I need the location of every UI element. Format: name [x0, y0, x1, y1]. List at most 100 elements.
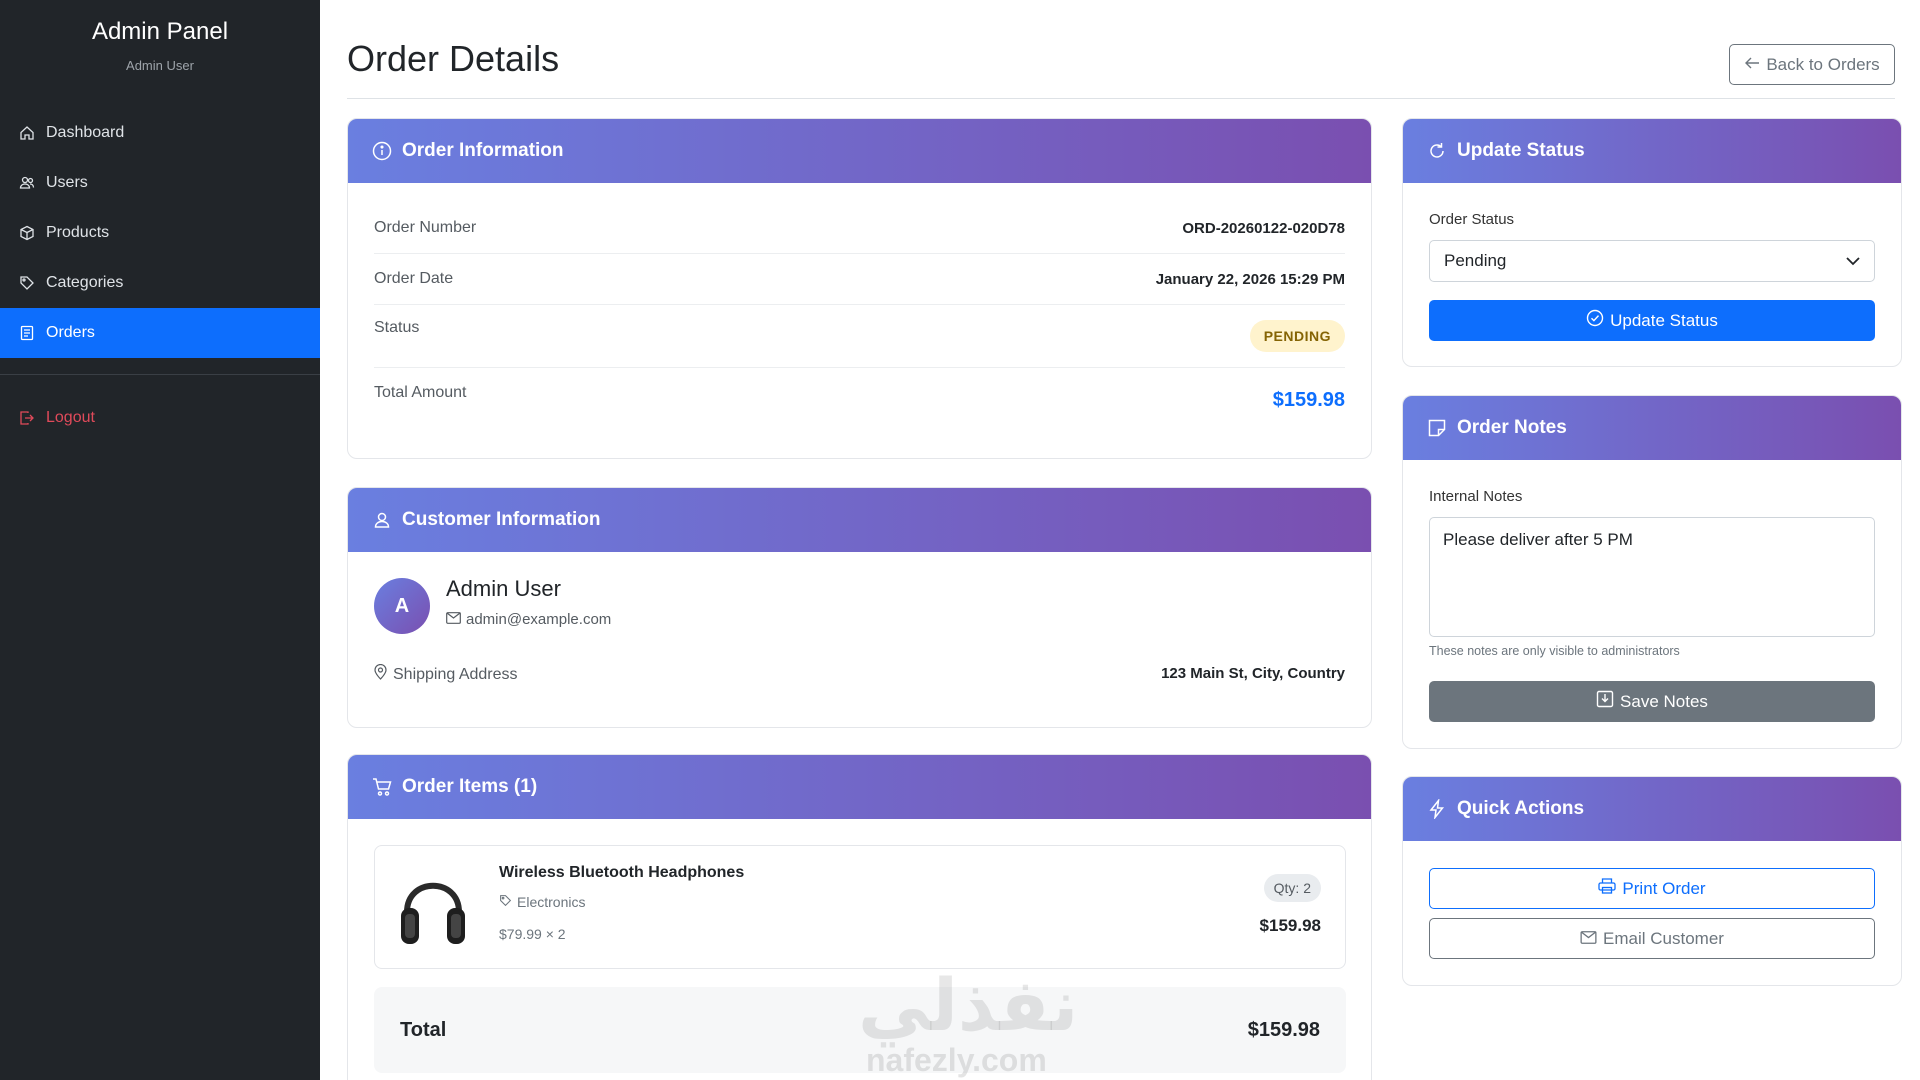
save-icon — [1596, 690, 1614, 713]
receipt-icon — [18, 324, 36, 342]
customer-information-header: Customer Information — [348, 488, 1371, 552]
list-item: Wireless Bluetooth Headphones Electronic… — [374, 845, 1346, 969]
check-circle-icon — [1586, 309, 1604, 332]
logout-label: Logout — [46, 409, 95, 426]
sidebar-item-label: Dashboard — [46, 124, 125, 141]
sidebar-item-label: Products — [46, 224, 110, 241]
update-status-title: Update Status — [1457, 140, 1585, 161]
status-label: Status — [374, 319, 420, 336]
order-information-card: Order Information Order Number ORD-20260… — [347, 118, 1372, 459]
status-badge: PENDING — [1249, 320, 1345, 352]
headphones-image — [397, 862, 469, 952]
order-status-label: Order Status — [1429, 211, 1515, 228]
order-date-label: Order Date — [374, 270, 454, 287]
sidebar-item-label: Users — [46, 174, 88, 191]
order-number-label: Order Number — [374, 219, 477, 236]
envelope-icon — [1580, 929, 1597, 949]
internal-notes-label: Internal Notes — [1429, 488, 1523, 505]
sidebar-item-label: Orders — [46, 324, 95, 341]
sidebar-item-orders[interactable]: Orders — [0, 308, 320, 358]
order-notes-title: Order Notes — [1457, 417, 1567, 438]
chevron-down-icon — [1846, 251, 1860, 271]
sidebar-item-label: Categories — [46, 274, 124, 291]
internal-notes-textarea[interactable]: Please deliver after 5 PM — [1429, 517, 1875, 637]
watermark-url: nafezly.com — [866, 1042, 1047, 1078]
order-status-select[interactable]: Pending — [1429, 240, 1875, 282]
brand: Admin Panel Admin User — [0, 0, 320, 96]
order-date-value: January 22, 2026 15:29 PM — [1155, 270, 1345, 288]
back-to-orders-button[interactable]: Back to Orders — [1729, 44, 1895, 85]
quick-actions-header: Quick Actions — [1403, 777, 1901, 841]
save-notes-button[interactable]: Save Notes — [1429, 681, 1875, 722]
avatar: A — [374, 578, 430, 634]
item-category: Electronics — [517, 894, 586, 910]
customer-name: Admin User — [446, 576, 561, 601]
person-icon — [372, 510, 392, 530]
brand-title: Admin Panel — [91, 18, 229, 45]
shipping-label: Shipping Address — [393, 665, 518, 683]
save-notes-label: Save Notes — [1620, 691, 1708, 711]
order-number-row: Order Number ORD-20260122-020D78 — [374, 203, 1345, 254]
shipping-address: 123 Main St, City, Country — [1161, 665, 1345, 682]
cart-icon — [372, 777, 392, 797]
total-amount-row: Total Amount $159.98 — [374, 368, 1345, 432]
customer-information-title: Customer Information — [402, 509, 601, 530]
item-unit-price: $79.99 × 2 — [499, 926, 566, 942]
customer-email: admin@example.com — [466, 611, 612, 628]
item-category-row: Electronics — [499, 894, 585, 910]
order-notes-card: Order Notes Internal Notes Please delive… — [1402, 395, 1902, 749]
quick-actions-title: Quick Actions — [1457, 798, 1585, 819]
customer-information-card: Customer Information A Admin User admin@… — [347, 487, 1372, 728]
order-items-header: Order Items (1) — [348, 755, 1371, 819]
sidebar-item-dashboard[interactable]: Dashboard — [0, 108, 320, 158]
sticky-note-icon — [1427, 418, 1447, 438]
order-number-value: ORD-20260122-020D78 — [1182, 219, 1345, 237]
home-icon — [18, 124, 36, 142]
arrow-left-icon — [1744, 55, 1760, 75]
brand-subtitle: Admin User — [126, 58, 194, 73]
sidebar-item-users[interactable]: Users — [0, 158, 320, 208]
users-icon — [18, 174, 36, 192]
order-information-header: Order Information — [348, 119, 1371, 183]
watermark-logo: نفذلي — [858, 966, 1079, 1046]
lightning-icon — [1427, 799, 1447, 819]
logout-icon — [18, 409, 36, 427]
total-amount-value: $159.98 — [1272, 388, 1345, 411]
quick-actions-card: Quick Actions Print Order Email Customer — [1402, 776, 1902, 986]
tag-icon — [499, 894, 512, 910]
sidebar-nav: Dashboard Users Products Categories Orde… — [0, 108, 320, 443]
update-status-button-label: Update Status — [1610, 310, 1718, 330]
sidebar-divider — [0, 374, 320, 375]
status-row: Status PENDING — [374, 305, 1345, 368]
update-status-button[interactable]: Update Status — [1429, 300, 1875, 341]
order-total-label: Total — [400, 1018, 447, 1041]
sidebar-item-categories[interactable]: Categories — [0, 258, 320, 308]
total-amount-label: Total Amount — [374, 384, 467, 401]
page-title: Order Details — [347, 38, 560, 79]
item-name: Wireless Bluetooth Headphones — [499, 864, 745, 881]
order-items-title: Order Items (1) — [402, 776, 538, 797]
sidebar-item-logout[interactable]: Logout — [0, 393, 320, 443]
order-date-row: Order Date January 22, 2026 15:29 PM — [374, 254, 1345, 305]
customer-email-row: admin@example.com — [446, 611, 611, 628]
update-status-header: Update Status — [1403, 119, 1901, 183]
item-subtotal: $159.98 — [1259, 916, 1321, 935]
back-to-orders-label: Back to Orders — [1766, 54, 1880, 74]
refresh-icon — [1427, 141, 1447, 161]
order-total-value: $159.98 — [1247, 1018, 1320, 1041]
sidebar: Admin Panel Admin User Dashboard Users P… — [0, 0, 320, 1080]
map-pin-icon — [374, 663, 387, 685]
update-status-card: Update Status Order Status Pending Updat… — [1402, 118, 1902, 367]
notes-help-text: These notes are only visible to administ… — [1429, 644, 1680, 658]
box-icon — [18, 224, 36, 242]
envelope-icon — [446, 611, 461, 628]
order-information-title: Order Information — [402, 140, 564, 161]
info-icon — [372, 141, 392, 161]
shipping-label-row: Shipping Address — [374, 663, 518, 685]
print-order-button[interactable]: Print Order — [1429, 868, 1875, 909]
email-customer-button[interactable]: Email Customer — [1429, 918, 1875, 959]
order-status-selected: Pending — [1444, 251, 1507, 270]
sidebar-item-products[interactable]: Products — [0, 208, 320, 258]
print-order-label: Print Order — [1622, 878, 1706, 898]
order-notes-header: Order Notes — [1403, 396, 1901, 460]
